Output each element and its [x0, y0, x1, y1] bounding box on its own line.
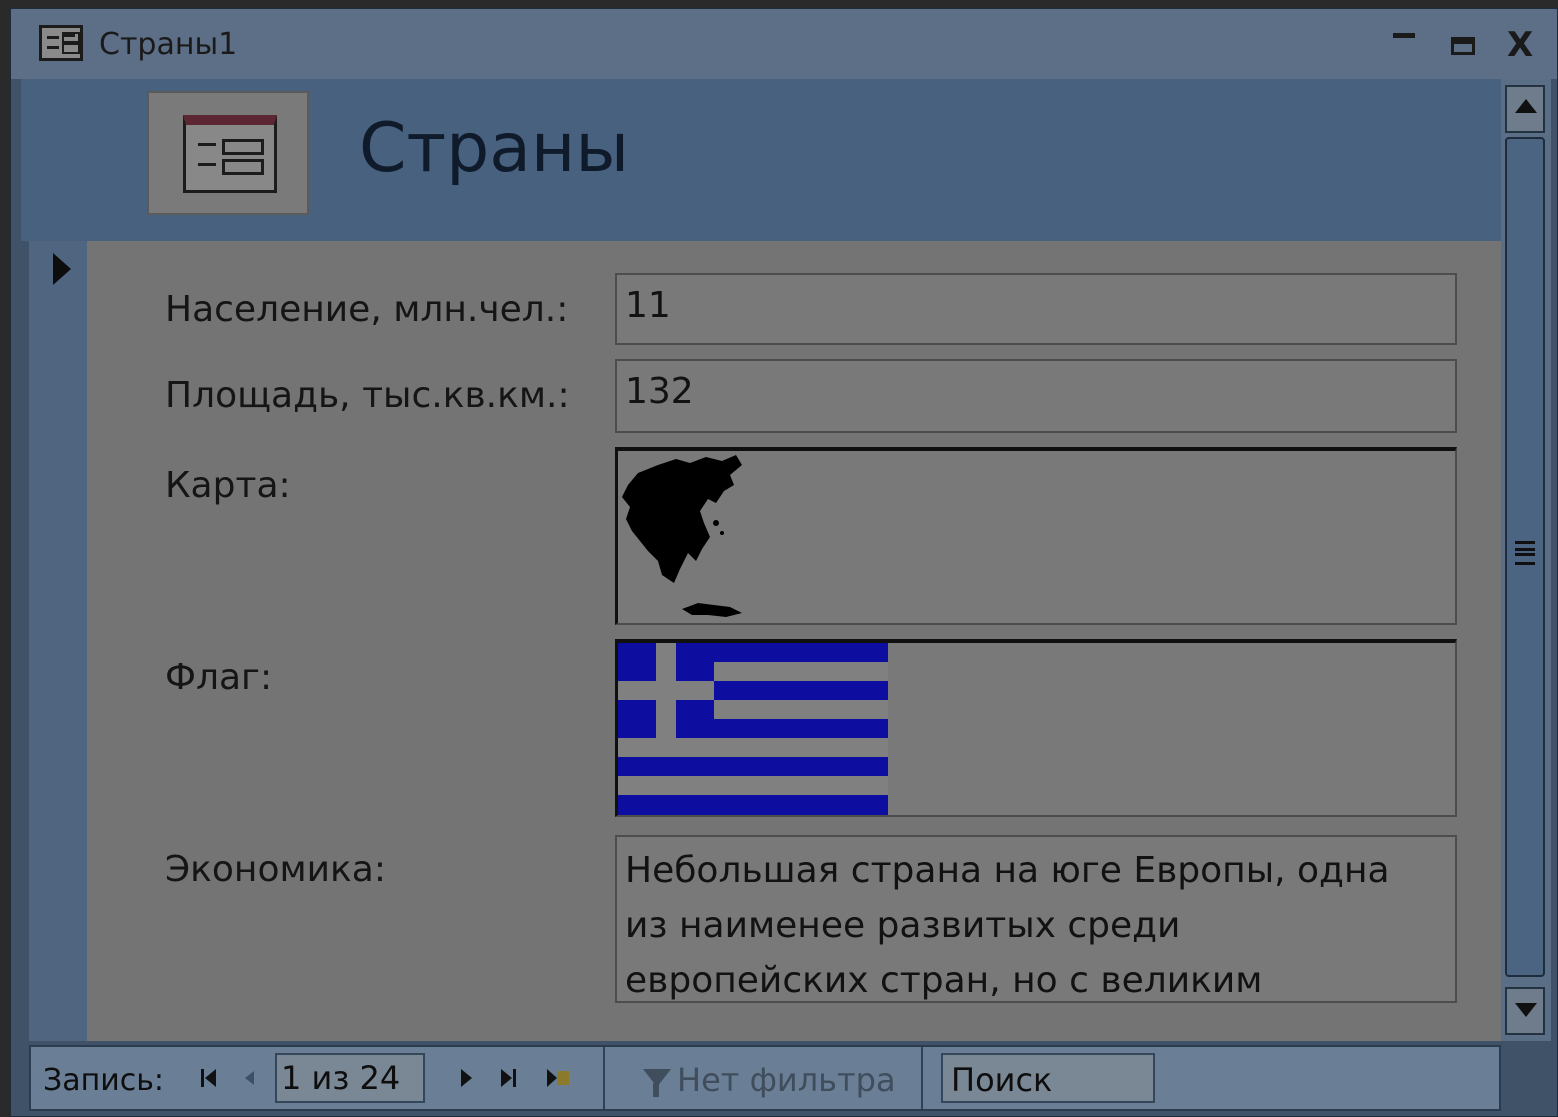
close-icon[interactable]: X	[1507, 25, 1533, 65]
minimize-icon[interactable]	[1393, 33, 1415, 38]
filter-button[interactable]: Нет фильтра	[641, 1061, 896, 1099]
scroll-down-button[interactable]	[1505, 987, 1545, 1035]
area-field[interactable]: 132	[615, 359, 1457, 433]
current-record-arrow-icon	[53, 253, 71, 285]
population-label: Население, млн.чел.:	[165, 289, 569, 330]
economy-label: Экономика:	[165, 849, 386, 890]
search-input[interactable]: Поиск	[941, 1053, 1155, 1103]
grip-icon	[1515, 541, 1535, 565]
no-filter-icon	[641, 1065, 671, 1099]
maximize-icon[interactable]	[1451, 37, 1475, 55]
first-record-icon[interactable]	[199, 1065, 223, 1093]
area-value: 132	[625, 371, 694, 412]
title-bar[interactable]: Страны1 X	[11, 9, 1557, 79]
scroll-thumb[interactable]	[1505, 137, 1545, 977]
form-detail: Население, млн.чел.: 11 Площадь, тыс.кв.…	[87, 241, 1501, 1041]
arrow-up-icon	[1515, 99, 1537, 113]
window-title: Страны1	[99, 27, 238, 62]
form-window: Страны1 X Страны Население, млн.чел.: 11…	[10, 8, 1558, 1117]
next-record-icon[interactable]	[455, 1065, 479, 1093]
greek-flag-image	[618, 643, 888, 815]
arrow-down-icon	[1515, 1003, 1537, 1017]
map-field[interactable]	[615, 447, 1457, 625]
form-header-title: Страны	[359, 109, 630, 188]
flag-label: Флаг:	[165, 657, 273, 698]
flag-field[interactable]	[615, 639, 1457, 817]
nav-separator	[603, 1047, 605, 1109]
population-field[interactable]: 11	[615, 273, 1457, 345]
map-image	[622, 455, 742, 617]
record-label: Запись:	[43, 1063, 165, 1098]
previous-record-icon[interactable]	[239, 1065, 263, 1093]
record-selector[interactable]	[29, 241, 90, 1041]
area-label: Площадь, тыс.кв.км.:	[165, 375, 570, 416]
last-record-icon[interactable]	[497, 1065, 521, 1093]
vertical-scrollbar[interactable]	[1501, 79, 1551, 1041]
record-navigation-bar: Запись: 1 из 24 Нет фильтра Поиск	[29, 1045, 1501, 1111]
record-position-input[interactable]: 1 из 24	[275, 1053, 425, 1103]
form-icon	[39, 25, 83, 61]
map-label: Карта:	[165, 465, 291, 506]
scroll-up-button[interactable]	[1505, 85, 1545, 133]
new-record-icon[interactable]	[545, 1065, 569, 1093]
form-header-icon	[147, 91, 309, 215]
population-value: 11	[625, 285, 671, 326]
nav-separator	[921, 1047, 923, 1109]
filter-label: Нет фильтра	[677, 1061, 896, 1099]
economy-field[interactable]: Небольшая страна на юге Европы, одна из …	[615, 835, 1457, 1003]
form-header: Страны	[21, 79, 1501, 241]
